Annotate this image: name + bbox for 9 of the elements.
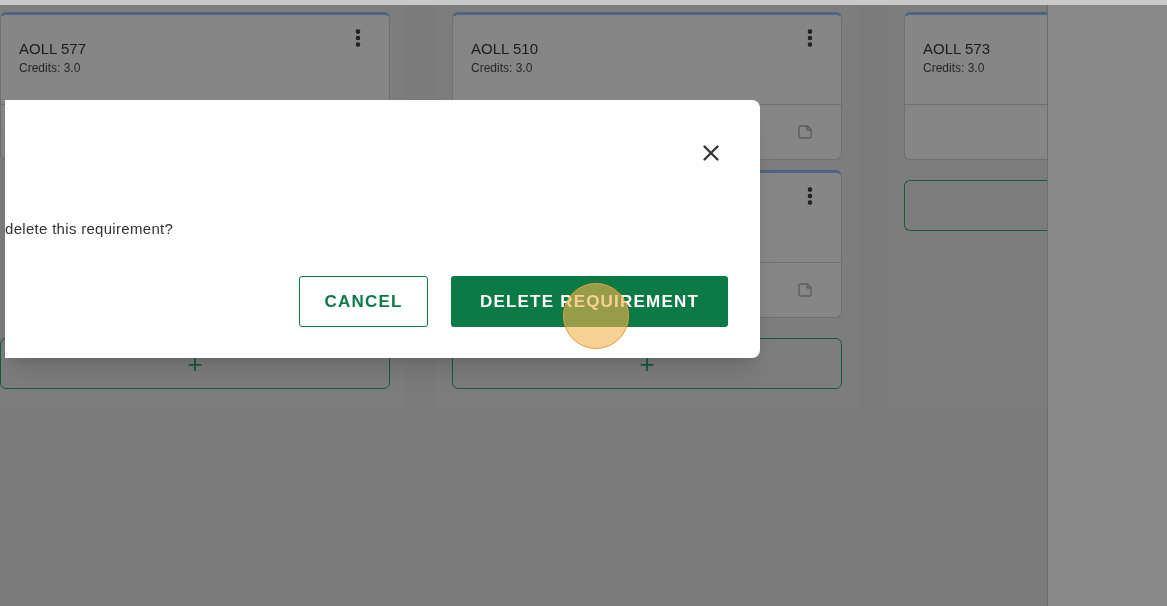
course-credits: Credits: 3.0: [471, 60, 533, 77]
course-card[interactable]: AOLL 573 Credits: 3.0: [904, 12, 1047, 160]
dialog-message: delete this requirement?: [5, 219, 174, 239]
cancel-button[interactable]: CANCEL: [299, 276, 428, 327]
course-code: AOLL 577: [19, 39, 86, 59]
course-code: AOLL 510: [471, 39, 538, 59]
course-code: AOLL 573: [923, 39, 990, 59]
course-credits: Credits: 3.0: [923, 60, 985, 77]
course-credits: Credits: 3.0: [19, 60, 81, 77]
